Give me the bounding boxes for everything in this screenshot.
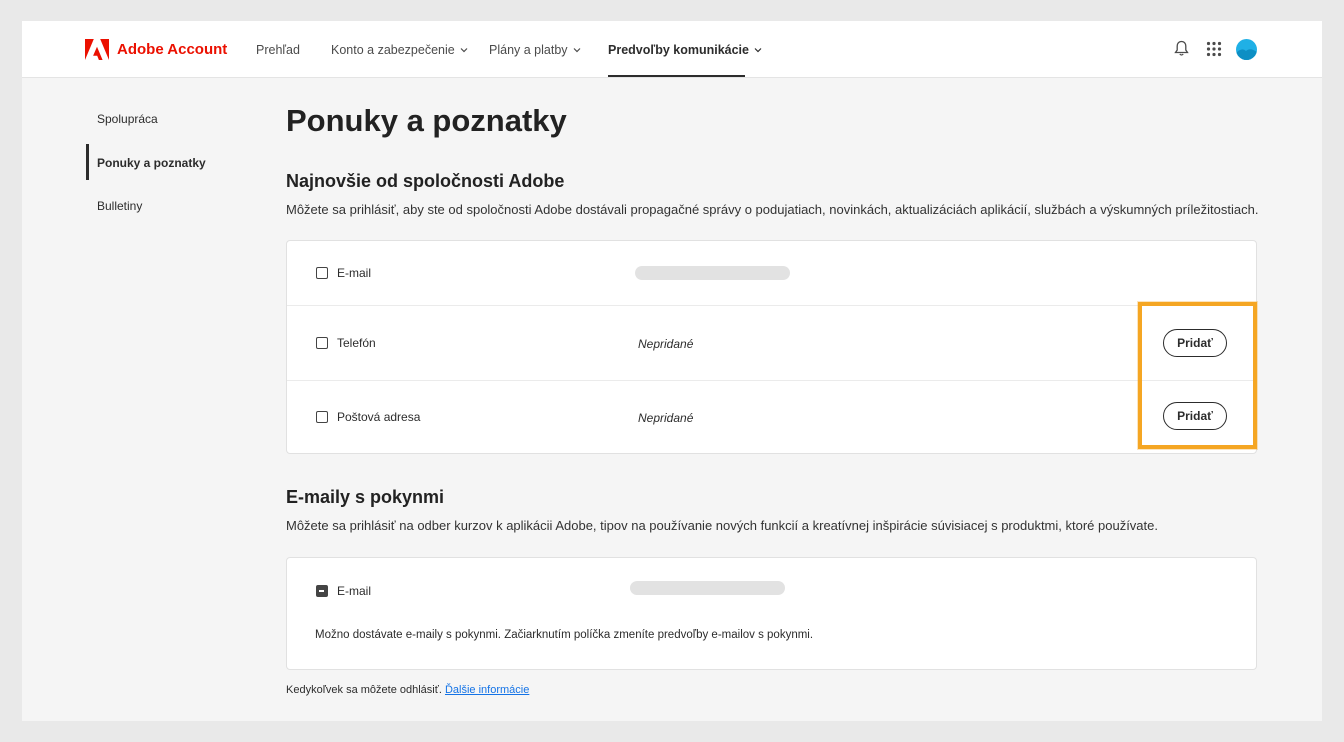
footer-text: Kedykoľvek sa môžete odhlásiť. xyxy=(286,684,442,696)
postal-checkbox[interactable] xyxy=(316,411,328,423)
phone-label: Telefón xyxy=(337,336,376,350)
redacted-email-value xyxy=(630,581,785,595)
sidebar-active-indicator xyxy=(86,144,89,180)
footer-note: Kedykoľvek sa môžete odhlásiť. Ďalšie in… xyxy=(286,684,529,696)
instructional-email-label: E-mail xyxy=(337,584,372,598)
instructional-email-checkbox[interactable] xyxy=(316,585,328,597)
nav-account-security-label: Konto a zabezpečenie xyxy=(331,43,455,57)
adobe-logo-icon xyxy=(85,39,109,60)
redacted-email-value xyxy=(635,266,790,280)
callout-highlight-box xyxy=(1138,302,1257,449)
offers-section-title: Najnovšie od spoločnosti Adobe xyxy=(286,171,565,191)
instructional-section-description: Môžete sa prihlásiť na odber kurzov k ap… xyxy=(286,518,1158,533)
top-navigation: Adobe Account Prehľad Konto a zabezpečen… xyxy=(22,21,1322,78)
instructional-note: Možno dostávate e-maily s pokynmi. Začia… xyxy=(315,629,814,641)
offers-row-phone: Telefón Nepridané Pridať xyxy=(287,306,1256,380)
email-checkbox[interactable] xyxy=(316,267,328,279)
chevron-down-icon xyxy=(460,48,468,53)
nav-account-security[interactable]: Konto a zabezpečenie xyxy=(331,43,468,57)
nav-plans-payments-label: Plány a platby xyxy=(489,43,568,57)
nav-plans-payments[interactable]: Plány a platby xyxy=(489,43,581,57)
offers-row-email: E-mail xyxy=(287,241,1256,306)
postal-status: Nepridané xyxy=(638,411,694,425)
bell-icon[interactable] xyxy=(1174,40,1189,57)
sidebar-item-offers-insights[interactable]: Ponuky a poznatky xyxy=(97,156,206,170)
offers-row-postal: Poštová adresa Nepridané Pridať xyxy=(287,380,1256,454)
instructional-card: E-mail Možno dostávate e-maily s pokynmi… xyxy=(286,557,1257,670)
brand-name: Adobe Account xyxy=(117,41,228,58)
sidebar-item-collaboration[interactable]: Spolupráca xyxy=(97,112,158,126)
nav-communication-preferences[interactable]: Predvoľby komunikácie xyxy=(608,43,762,57)
phone-checkbox[interactable] xyxy=(316,337,328,349)
adobe-account-logo[interactable]: Adobe Account xyxy=(85,39,227,60)
postal-label: Poštová adresa xyxy=(337,410,421,424)
email-label: E-mail xyxy=(337,266,372,280)
learn-more-link[interactable]: Ďalšie informácie xyxy=(445,684,529,696)
offers-section-description: Môžete sa prihlásiť, aby ste od spoločno… xyxy=(286,202,1259,217)
active-tab-indicator xyxy=(608,75,745,77)
chevron-down-icon xyxy=(754,48,762,53)
sidebar-item-bulletins[interactable]: Bulletiny xyxy=(97,199,142,213)
nav-overview[interactable]: Prehľad xyxy=(256,43,300,57)
chevron-down-icon xyxy=(573,48,580,53)
page-frame: Adobe Account Prehľad Konto a zabezpečen… xyxy=(22,21,1322,721)
phone-status: Nepridané xyxy=(638,337,694,351)
app-grid-icon[interactable] xyxy=(1206,41,1222,57)
offers-card: E-mail Telefón Nepridané Pridať Poštová … xyxy=(286,240,1257,454)
avatar[interactable] xyxy=(1236,39,1257,60)
page-title: Ponuky a poznatky xyxy=(286,103,567,138)
instructional-section-title: E-maily s pokynmi xyxy=(286,487,445,507)
user-avatar-icon xyxy=(1236,49,1257,60)
nav-overview-label: Prehľad xyxy=(256,43,300,57)
nav-communication-preferences-label: Predvoľby komunikácie xyxy=(608,43,749,57)
